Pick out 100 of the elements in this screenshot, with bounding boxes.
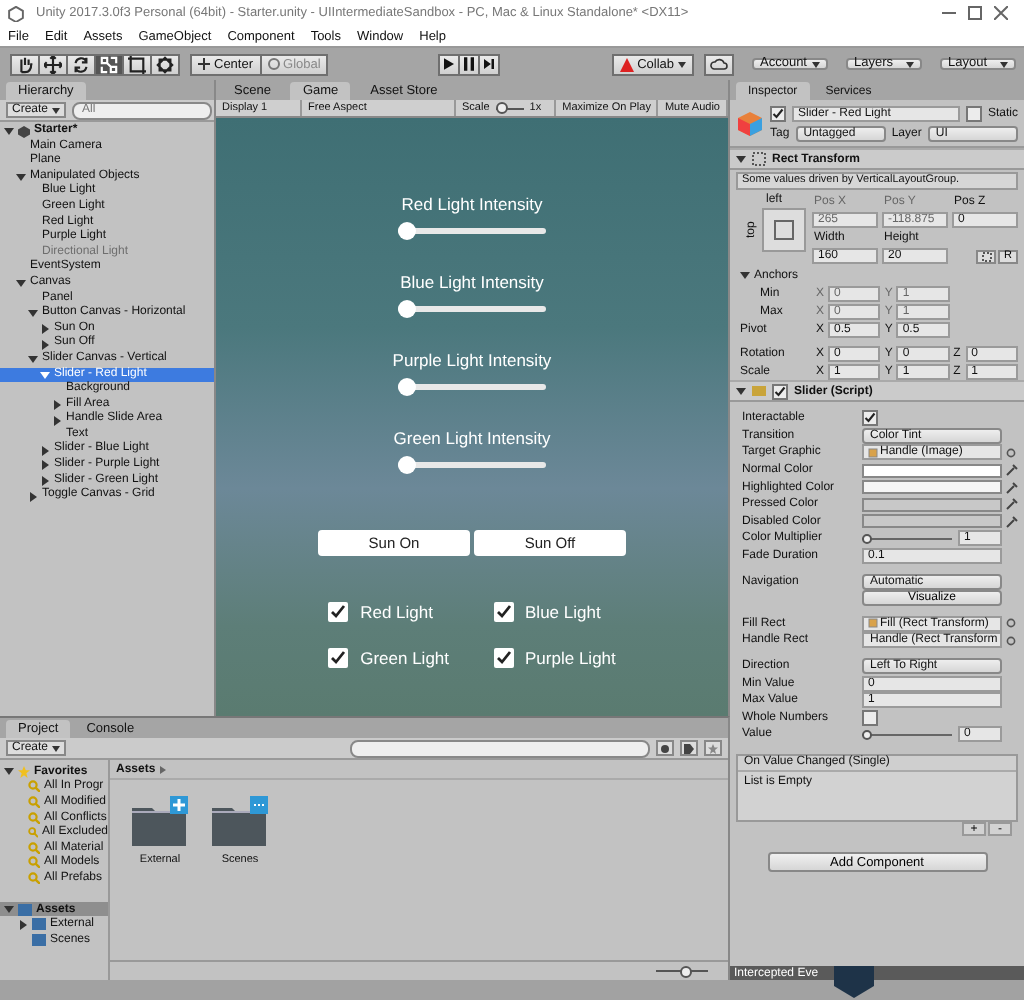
slider-handle[interactable] xyxy=(398,456,416,474)
anchor-preset-button[interactable] xyxy=(761,208,805,252)
toggle-label: Red Light xyxy=(360,602,433,622)
tool-button[interactable] xyxy=(38,53,68,75)
toggle-label: Green Light xyxy=(360,648,450,668)
expand-arrow-icon[interactable] xyxy=(40,369,50,380)
checkbox[interactable] xyxy=(493,602,514,622)
tool-button[interactable] xyxy=(122,53,152,75)
slider-label: Purple Light Intensity xyxy=(392,350,552,370)
expand-arrow-icon[interactable] xyxy=(40,324,50,335)
caret-icon xyxy=(159,765,166,773)
search-field[interactable] xyxy=(350,739,650,757)
caret-icon xyxy=(812,61,820,67)
expand-arrow-icon[interactable] xyxy=(4,126,14,137)
caret-icon xyxy=(52,745,61,751)
checkbox[interactable] xyxy=(862,410,878,427)
play-button[interactable] xyxy=(438,53,461,75)
folder-icon[interactable] xyxy=(210,796,270,848)
eyedropper-icon[interactable] xyxy=(1006,481,1018,494)
checkbox[interactable] xyxy=(770,106,786,122)
checkbox[interactable] xyxy=(493,648,514,668)
close-icon[interactable] xyxy=(994,6,1008,20)
label-button[interactable] xyxy=(680,740,698,756)
color-field[interactable] xyxy=(862,463,1002,478)
collapse-arrow-icon[interactable] xyxy=(736,386,746,396)
expand-arrow-icon[interactable] xyxy=(4,904,14,915)
hand-icon xyxy=(16,55,34,73)
cloud-icon xyxy=(710,58,728,70)
expand-arrow-icon[interactable] xyxy=(52,399,62,410)
expand-arrow-icon[interactable] xyxy=(16,172,26,183)
eyedropper-icon[interactable] xyxy=(1006,498,1018,511)
expand-arrow-icon[interactable] xyxy=(40,475,50,486)
filter-button[interactable] xyxy=(656,740,674,756)
caret-icon xyxy=(52,107,61,113)
slider-component-icon xyxy=(752,386,766,396)
blueprint-button[interactable] xyxy=(976,249,996,263)
collapse-arrow-icon[interactable] xyxy=(736,154,746,164)
expand-arrow-icon[interactable] xyxy=(4,766,14,777)
slider-thumb[interactable] xyxy=(680,965,692,977)
color-field[interactable] xyxy=(862,514,1002,529)
expand-arrow-icon[interactable] xyxy=(40,460,50,471)
dotted-square-icon xyxy=(981,251,991,261)
rotate-arrows-icon xyxy=(72,55,90,73)
expand-arrow-icon[interactable] xyxy=(16,278,26,289)
checkbox[interactable] xyxy=(772,383,788,399)
slider[interactable] xyxy=(397,384,546,390)
object-icon xyxy=(868,447,878,458)
slider-handle[interactable] xyxy=(397,378,416,396)
caret-icon xyxy=(906,61,914,67)
slider-label: Red Light Intensity xyxy=(401,194,543,214)
expand-arrow-icon[interactable] xyxy=(52,415,62,426)
toggle-label: Blue Light xyxy=(525,602,601,622)
checkbox[interactable] xyxy=(862,709,878,726)
unity-logo-icon xyxy=(8,5,24,21)
expand-arrow-icon[interactable] xyxy=(40,339,50,350)
scale-icon xyxy=(100,55,118,73)
pointer-marker-icon xyxy=(834,966,874,998)
rect-transform-icon xyxy=(752,152,766,166)
expand-arrow-icon[interactable] xyxy=(40,445,50,456)
maximize-icon[interactable] xyxy=(968,6,982,20)
step-button[interactable] xyxy=(478,53,501,75)
slider-thumb[interactable] xyxy=(495,102,508,114)
move-arrows-icon xyxy=(44,55,62,73)
caret-icon xyxy=(678,61,686,67)
checkbox[interactable] xyxy=(328,648,349,668)
slider-thumb[interactable] xyxy=(862,533,872,544)
pause-icon xyxy=(464,56,475,72)
tool-button[interactable] xyxy=(150,53,180,75)
toggle-label: Purple Light xyxy=(525,648,616,668)
slider-thumb[interactable] xyxy=(862,729,872,740)
expand-arrow-icon[interactable] xyxy=(18,919,28,930)
scene-icon xyxy=(18,125,30,138)
step-icon xyxy=(484,56,495,72)
slider[interactable] xyxy=(398,306,546,312)
slider[interactable] xyxy=(398,228,546,234)
transform-icon xyxy=(156,55,174,73)
tool-button[interactable] xyxy=(94,53,124,75)
rect-tool-icon xyxy=(128,55,146,73)
expand-arrow-icon[interactable] xyxy=(28,354,38,365)
slider-label: Green Light Intensity xyxy=(393,428,551,448)
tool-button[interactable] xyxy=(66,53,96,75)
checkbox[interactable] xyxy=(965,106,982,122)
color-field[interactable] xyxy=(862,497,1002,512)
checkbox[interactable] xyxy=(328,602,349,622)
expand-arrow-icon[interactable] xyxy=(28,308,38,319)
favorite-button[interactable] xyxy=(704,740,722,756)
slider-handle[interactable] xyxy=(398,300,416,318)
cloud-button[interactable] xyxy=(704,53,734,75)
tool-button[interactable] xyxy=(10,53,40,75)
eyedropper-icon[interactable] xyxy=(1006,464,1018,477)
target-icon[interactable] xyxy=(1006,447,1016,458)
expand-arrow-icon[interactable] xyxy=(740,270,750,280)
pivot-icon xyxy=(198,58,210,70)
slider[interactable] xyxy=(398,462,546,468)
expand-arrow-icon[interactable] xyxy=(28,491,38,502)
color-field[interactable] xyxy=(862,480,1002,495)
eyedropper-icon[interactable] xyxy=(1006,515,1018,528)
folder-icon[interactable] xyxy=(130,796,190,848)
star-icon xyxy=(18,765,30,778)
slider-handle[interactable] xyxy=(398,222,416,240)
